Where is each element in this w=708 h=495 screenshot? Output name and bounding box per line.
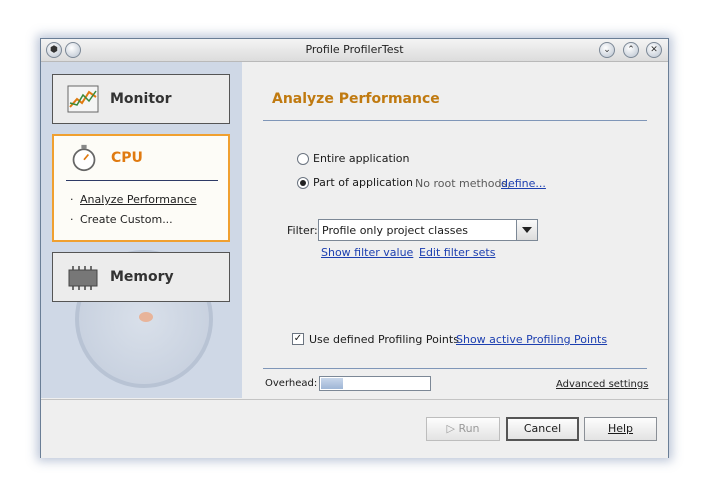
titlebar: ⬢ Profile ProfilerTest ⌄ ⌃ ✕ [41, 39, 668, 62]
window-title: Profile ProfilerTest [305, 43, 404, 56]
profiling-points-label[interactable]: Use defined Profiling Points [309, 333, 459, 346]
create-custom-item[interactable]: Create Custom... [70, 213, 173, 226]
run-button[interactable]: ▷ Run [426, 417, 500, 441]
filter-value: Profile only project classes [322, 224, 468, 237]
overhead-label: Overhead: [265, 378, 318, 389]
show-filter-value-link[interactable]: Show filter value [321, 246, 413, 259]
define-link[interactable]: define... [501, 177, 546, 190]
overhead-fill [321, 378, 343, 389]
stopwatch-icon [72, 144, 96, 172]
filter-select[interactable]: Profile only project classes [318, 219, 538, 241]
memory-label: Memory [110, 269, 174, 285]
dialog-footer: ▷ Run Cancel Help [41, 399, 668, 458]
profiling-points-checkbox[interactable]: ✓ [292, 333, 304, 345]
cpu-card[interactable]: CPU Analyze Performance Create Custom... [52, 134, 230, 242]
entire-application-label[interactable]: Entire application [313, 152, 410, 165]
memory-chip-icon [68, 266, 98, 290]
monitor-card[interactable]: Monitor [52, 74, 230, 124]
overhead-divider [263, 368, 647, 369]
entire-application-radio[interactable] [297, 153, 309, 165]
show-active-points-link[interactable]: Show active Profiling Points [456, 333, 607, 346]
profile-dialog: ⬢ Profile ProfilerTest ⌄ ⌃ ✕ Monitor CPU… [40, 38, 669, 458]
settings-panel: Analyze Performance Entire application P… [243, 62, 668, 398]
run-icon: ▷ [446, 422, 459, 435]
analyze-performance-item[interactable]: Analyze Performance [70, 193, 197, 206]
advanced-settings-link[interactable]: Advanced settings [556, 379, 648, 390]
help-button[interactable]: Help [584, 417, 657, 441]
chevron-down-icon[interactable]: ⌄ [599, 42, 615, 58]
cancel-button[interactable]: Cancel [506, 417, 579, 441]
part-of-application-label[interactable]: Part of application [313, 176, 413, 189]
page-title: Analyze Performance [272, 91, 440, 107]
chevron-up-icon[interactable]: ⌃ [623, 42, 639, 58]
memory-card[interactable]: Memory [52, 252, 230, 302]
close-icon[interactable]: ✕ [646, 42, 662, 58]
dropdown-arrow-icon[interactable] [516, 220, 537, 240]
no-root-methods-text: No root methods, [415, 177, 511, 190]
part-of-application-radio[interactable] [297, 177, 309, 189]
heading-divider [263, 120, 647, 121]
edit-filter-sets-link[interactable]: Edit filter sets [419, 246, 495, 259]
overhead-meter [319, 376, 431, 391]
monitor-label: Monitor [110, 91, 172, 107]
profiling-types-panel: Monitor CPU Analyze Performance Create C… [41, 62, 242, 398]
run-label: Run [458, 422, 480, 435]
cpu-divider [66, 180, 218, 181]
filter-label: Filter: [287, 224, 318, 237]
cpu-label: CPU [111, 150, 143, 166]
monitor-chart-icon [67, 85, 99, 113]
